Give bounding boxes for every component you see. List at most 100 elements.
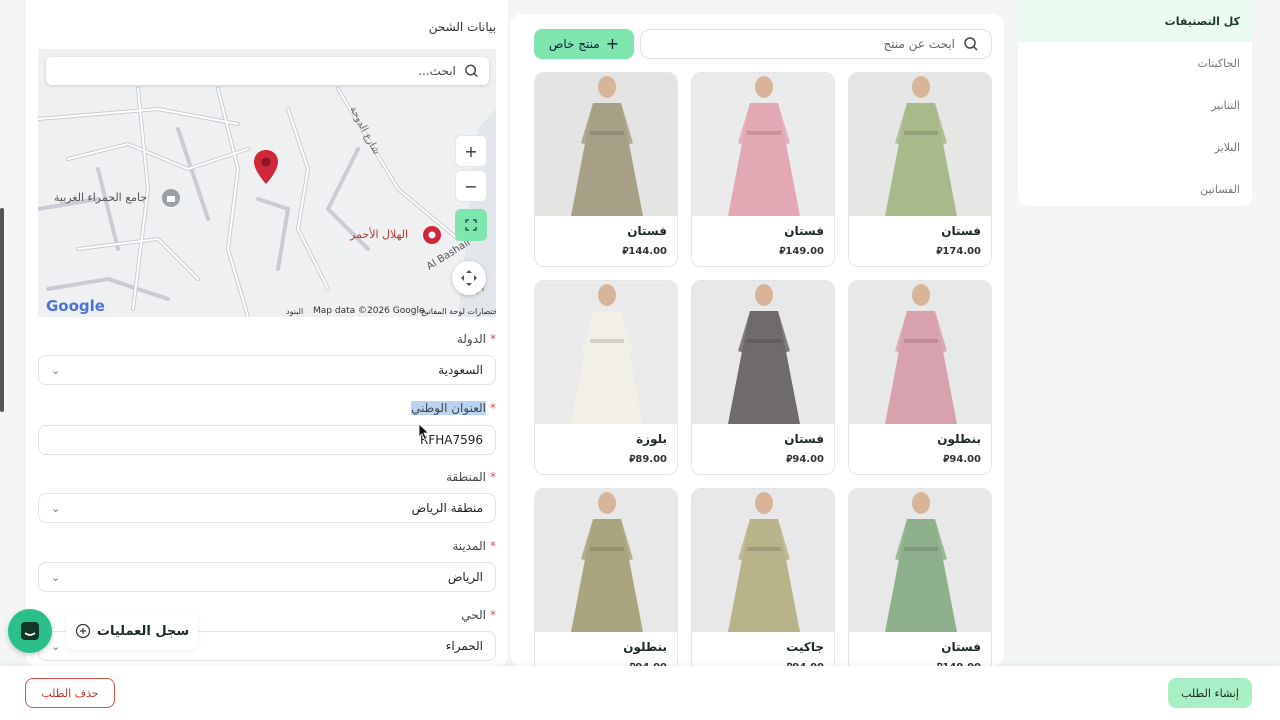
product-image	[535, 73, 677, 216]
map-pin-icon[interactable]	[253, 149, 279, 185]
product-search-input[interactable]	[653, 37, 955, 51]
product-card[interactable]: فستان ⃁94.00	[691, 280, 835, 475]
product-name: فستان	[941, 224, 981, 238]
country-label: *الدولة	[456, 332, 496, 346]
product-image	[692, 281, 834, 424]
region-select[interactable]: منطقة الرياض ⌄	[38, 493, 496, 523]
zoom-out-button[interactable]: −	[455, 170, 487, 202]
product-price: ⃁144.00	[535, 238, 677, 257]
product-price-value: 149.00	[785, 246, 824, 257]
product-name: بنطلون	[623, 640, 667, 654]
product-card[interactable]: جاكيت⃁94.00	[691, 488, 835, 666]
product-image	[849, 281, 991, 424]
product-card[interactable]: فستان⃁149.00	[691, 72, 835, 267]
map-search-bar[interactable]	[46, 57, 489, 85]
chevron-down-icon: ⌄	[51, 639, 61, 653]
product-price: ⃁149.00	[849, 654, 991, 666]
product-name: بلوزة	[636, 432, 667, 446]
city-value: الرياض	[447, 570, 483, 584]
search-icon	[465, 64, 478, 78]
map-pan-control[interactable]	[452, 261, 486, 295]
google-logo: Google	[46, 297, 105, 315]
create-order-button[interactable]: إنشاء الطلب	[1168, 678, 1252, 708]
product-price-value: 174.00	[942, 246, 981, 257]
fullscreen-button[interactable]	[455, 209, 487, 241]
product-image	[535, 489, 677, 632]
map-label-mosque: جامع الحمراء الغربية	[54, 191, 148, 204]
operations-log-button[interactable]: سجل العمليات	[66, 612, 198, 650]
region-label: *المنطقة	[446, 470, 496, 484]
scroll-handle[interactable]	[0, 208, 4, 412]
move-arrows-icon	[461, 270, 477, 286]
product-price-value: 94.00	[949, 454, 981, 465]
required-mark: *	[490, 401, 496, 415]
mouse-cursor-icon	[418, 423, 430, 441]
product-name: فستان	[627, 224, 667, 238]
country-value: السعودية	[438, 363, 483, 377]
delete-order-button[interactable]: حذف الطلب	[25, 678, 115, 708]
product-image	[692, 73, 834, 216]
product-price-value: 94.00	[792, 454, 824, 465]
product-search-bar[interactable]	[640, 29, 992, 59]
support-chat-button[interactable]	[8, 609, 52, 653]
operations-log-label: سجل العمليات	[96, 623, 190, 639]
shipping-panel: بيانات الشحن ابحث... جامع الحمراء الغربي…	[26, 0, 508, 666]
category-item[interactable]: البلايز	[1018, 126, 1252, 168]
product-price: ⃁89.00	[535, 446, 677, 465]
map-label-red-crescent: الهلال الأحمر	[350, 228, 409, 241]
map-terms[interactable]: البنود	[286, 307, 303, 316]
shipping-title: بيانات الشحن	[428, 20, 496, 34]
products-panel: + منتج خاص فستان⃁174.00فستان⃁149.00فستان…	[510, 14, 1004, 666]
product-card[interactable]: فستان ⃁174.00	[848, 72, 992, 267]
district-label: *الحي	[461, 608, 496, 622]
product-card[interactable]: فستان ⃁144.00	[534, 72, 678, 267]
chevron-down-icon: ⌄	[51, 570, 61, 584]
product-card[interactable]: فستان⃁149.00	[848, 488, 992, 666]
search-icon	[964, 37, 978, 51]
product-price-value: 144.00	[628, 246, 667, 257]
product-card[interactable]: بنطلون⃁94.00	[848, 280, 992, 475]
map-data-attribution: Map data ©2026 Google	[313, 306, 425, 316]
category-item[interactable]: الفساتين	[1018, 168, 1252, 210]
chevron-down-icon: ⌄	[51, 363, 61, 377]
category-item[interactable]: كل التصنيفات	[1018, 0, 1252, 42]
plus-circle-icon	[75, 623, 90, 639]
country-select[interactable]: السعودية ⌄	[38, 355, 496, 385]
required-mark: *	[490, 332, 496, 346]
product-name: فستان	[784, 224, 824, 238]
product-price: ⃁94.00	[692, 446, 834, 465]
product-name: بنطلون	[937, 432, 981, 446]
plus-icon: +	[605, 34, 620, 53]
add-custom-product-button[interactable]: + منتج خاص	[534, 29, 634, 59]
city-label: *المدينة	[452, 539, 496, 553]
product-grid: فستان ⃁174.00 فستان ⃁149.00 فستان ⃁144.00 بنطل…	[534, 72, 992, 666]
category-item[interactable]: الجاكيتات	[1018, 42, 1252, 84]
product-card[interactable]: بنطلون⃁94.00	[534, 488, 678, 666]
product-name: فستان	[784, 432, 824, 446]
product-price: ⃁94.00	[849, 446, 991, 465]
zoom-in-button[interactable]: +	[455, 135, 487, 167]
chevron-down-icon: ⌄	[51, 501, 61, 515]
map[interactable]: جامع الحمراء الغربية الهلال الأحمر شارع …	[38, 49, 496, 317]
product-price: ⃁149.00	[692, 238, 834, 257]
expand-icon	[465, 219, 477, 231]
map-search-input[interactable]	[56, 64, 456, 78]
product-image	[535, 281, 677, 424]
product-price-value: 89.00	[635, 454, 667, 465]
product-name: جاكيت	[786, 640, 824, 654]
city-select[interactable]: الرياض ⌄	[38, 562, 496, 592]
national-address-label: *العنوان الوطني	[411, 401, 496, 415]
chat-icon	[21, 622, 39, 640]
product-card[interactable]: بلوزة ⃁89.00	[534, 280, 678, 475]
required-mark: *	[490, 470, 496, 484]
mosque-poi-icon	[162, 189, 180, 207]
product-price: ⃁94.00	[535, 654, 677, 666]
required-mark: *	[490, 608, 496, 622]
product-price: ⃁94.00	[692, 654, 834, 666]
product-price: ⃁174.00	[849, 238, 991, 257]
custom-product-label: منتج خاص	[548, 37, 600, 51]
categories-panel: كل التصنيفات الجاكيتات التنانير البلايز الفس…	[1018, 0, 1252, 206]
keyboard-shortcuts-link[interactable]: اختصارات لوحة المفاتيح	[421, 307, 496, 316]
required-mark: *	[490, 539, 496, 553]
category-item[interactable]: التنانير	[1018, 84, 1252, 126]
